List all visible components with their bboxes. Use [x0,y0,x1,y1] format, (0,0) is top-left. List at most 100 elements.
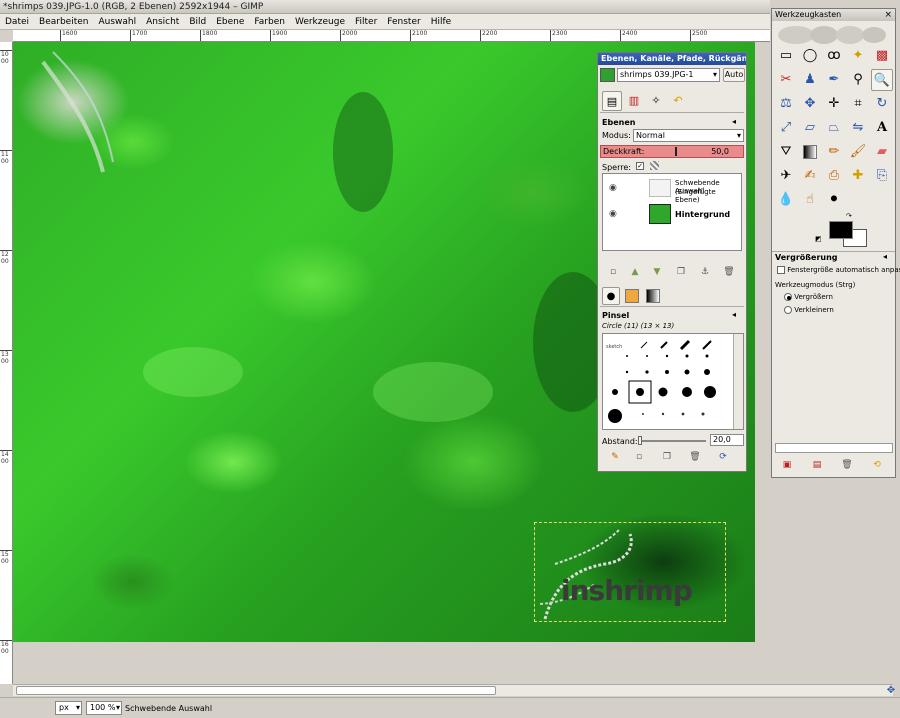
paths-tool[interactable]: ✒ [823,69,845,91]
menu-auswahl[interactable]: Auswahl [93,14,141,29]
airbrush-tool[interactable]: ✈ [775,165,797,187]
foreground-color-swatch[interactable] [829,221,853,239]
scale-tool[interactable]: ⤢ [775,117,797,139]
raise-layer-icon[interactable]: ▲ [628,266,642,278]
zoom-in-radio[interactable]: Vergrößern [784,293,833,301]
ink-tool[interactable]: ✍ [799,165,821,187]
auto-resize-checkbox[interactable]: Fenstergröße automatisch anpassen [777,266,900,274]
lower-layer-icon[interactable]: ▼ [650,266,664,278]
rect-select-tool[interactable]: ▭ [775,45,797,67]
duplicate-layer-icon[interactable]: ❐ [674,266,688,278]
tab-layers[interactable]: ▤ [602,91,622,111]
reset-options-icon[interactable]: ⟲ [870,459,884,471]
duplicate-brush-icon[interactable]: ❐ [660,451,674,463]
zoom-out-radio[interactable]: Verkleinern [784,306,834,314]
dodge-burn-tool[interactable]: ⚫ [823,189,845,211]
tab-brushes[interactable]: ● [602,287,620,305]
spacing-slider[interactable] [640,440,706,442]
mode-select[interactable]: Normal ▾ [633,129,744,142]
tab-gradients[interactable] [644,287,662,305]
opacity-slider[interactable]: Deckkraft: 50,0 [600,145,744,158]
smudge-tool[interactable]: ☝ [799,189,821,211]
anchor-layer-icon[interactable]: ⚓ [698,266,712,278]
panel-menu-icon[interactable]: ◂ [732,310,736,319]
dock-title[interactable]: Ebenen, Kanäle, Pfade, Rückgäng… [598,53,746,65]
menu-fenster[interactable]: Fenster [382,14,425,29]
restore-options-icon[interactable]: ▤ [810,459,824,471]
crop-tool[interactable]: ⌗ [847,93,869,115]
zoom-tool[interactable]: 🔍 [871,69,893,91]
vertical-ruler[interactable]: 1000 1100 1200 1300 1400 1500 1600 [0,42,13,684]
zoom-select[interactable]: 100 % ▾ [86,701,122,715]
spacing-input[interactable]: 20,0 [710,434,744,446]
swap-colors-icon[interactable]: ↷ [846,212,852,220]
brush-scrollbar[interactable] [733,334,743,429]
horizontal-ruler[interactable]: 1600 1700 1800 1900 2000 2100 2200 2300 … [13,30,770,42]
tab-undo[interactable]: ↶ [668,91,688,111]
panel-menu-icon[interactable]: ◂ [732,117,736,126]
blend-tool[interactable] [799,141,821,163]
visibility-eye-icon[interactable]: ◉ [609,209,617,219]
brush-grid[interactable]: sketch [602,333,744,430]
close-icon[interactable]: × [884,9,892,21]
perspective-tool[interactable]: ⏢ [823,117,845,139]
tab-patterns[interactable] [623,287,641,305]
panel-menu-icon[interactable]: ◂ [883,252,887,261]
spacing-handle[interactable] [638,436,642,445]
unit-select[interactable]: px ▾ [55,701,82,715]
layer-row[interactable]: ◉ Hintergrund [603,202,741,228]
visibility-eye-icon[interactable]: ◉ [609,183,617,193]
align-tool[interactable]: ✛ [823,93,845,115]
free-select-tool[interactable]: ꝏ [823,45,845,67]
rotate-tool[interactable]: ↻ [871,93,893,115]
clone-tool[interactable]: ⎙ [823,165,845,187]
bucket-fill-tool[interactable]: ⛛ [775,141,797,163]
pencil-tool[interactable]: ✏ [823,141,845,163]
heal-tool[interactable]: ✚ [847,165,869,187]
blur-tool[interactable]: 💧 [775,189,797,211]
eraser-tool[interactable]: ▰ [871,141,893,163]
color-picker-tool[interactable]: ⚲ [847,69,869,91]
menu-farben[interactable]: Farben [249,14,290,29]
navigate-icon[interactable]: ✥ [884,686,898,696]
lock-alpha-checkbox[interactable]: ✓ [636,161,644,171]
delete-layer-icon[interactable]: 🗑 [722,266,736,278]
tab-paths[interactable]: ✧ [646,91,666,111]
menu-bild[interactable]: Bild [184,14,211,29]
new-layer-icon[interactable]: ▫ [606,266,620,278]
menu-filter[interactable]: Filter [350,14,382,29]
menu-werkzeuge[interactable]: Werkzeuge [290,14,350,29]
layer-list[interactable]: ◉ Schwebende Auswahl (Eingefügte Ebene) … [602,173,742,251]
menu-datei[interactable]: Datei [0,14,34,29]
scrollbar-thumb[interactable] [16,686,496,695]
layer-row[interactable]: ◉ Schwebende Auswahl (Eingefügte Ebene) [603,176,741,204]
options-scrollbar[interactable] [775,443,893,453]
scissors-tool[interactable]: ✂ [775,69,797,91]
tab-channels[interactable]: ▥ [624,91,644,111]
foreground-select-tool[interactable]: ♟ [799,69,821,91]
move-tool[interactable]: ✥ [799,93,821,115]
delete-options-icon[interactable]: 🗑 [840,459,854,471]
default-colors-icon[interactable]: ◩ [815,235,822,243]
shear-tool[interactable]: ▱ [799,117,821,139]
auto-button[interactable]: Auto [723,68,745,82]
menu-ansicht[interactable]: Ansicht [141,14,184,29]
paintbrush-tool[interactable]: 🖌 [847,141,869,163]
perspective-clone-tool[interactable]: ⎘ [871,165,893,187]
color-select-tool[interactable]: ▩ [871,45,893,67]
text-tool[interactable]: A [871,117,893,139]
save-options-icon[interactable]: ▣ [780,459,794,471]
measure-tool[interactable]: ⚖ [775,93,797,115]
delete-brush-icon[interactable]: 🗑 [688,451,702,463]
menu-ebene[interactable]: Ebene [211,14,249,29]
new-brush-icon[interactable]: ▫ [632,451,646,463]
opacity-handle[interactable] [675,147,677,156]
image-select[interactable]: shrimps 039.JPG-1 ▾ [617,68,720,82]
menu-bearbeiten[interactable]: Bearbeiten [34,14,93,29]
ellipse-select-tool[interactable]: ◯ [799,45,821,67]
refresh-brushes-icon[interactable]: ⟳ [716,451,730,463]
flip-tool[interactable]: ⇋ [847,117,869,139]
menu-hilfe[interactable]: Hilfe [426,14,456,29]
fuzzy-select-tool[interactable]: ✦ [847,45,869,67]
edit-brush-icon[interactable]: ✎ [608,451,622,463]
